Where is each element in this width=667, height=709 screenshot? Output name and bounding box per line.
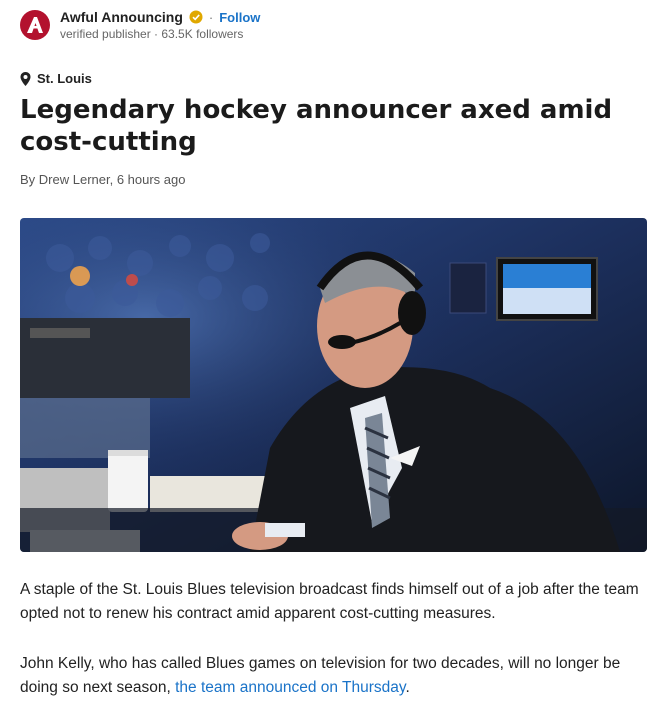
location-label: St. Louis [37,71,92,86]
location-pin-icon [20,71,31,86]
verified-badge-icon [189,10,203,24]
publisher-meta: verified publisher · 63.5K followers [60,27,244,41]
article-paragraph-1: A staple of the St. Louis Blues televisi… [20,581,639,622]
publisher-name[interactable]: Awful Announcing [60,9,183,25]
article-title: Legendary hockey announcer axed amid cos… [20,95,613,157]
separator-dot: · [208,9,214,25]
article-page: Awful Announcing · Follow verified publi… [0,0,667,709]
team-announcement-link[interactable]: the team announced on Thursday [175,679,405,696]
paragraph-2-end: . [405,679,410,696]
article-hero-image [20,218,647,552]
follow-button[interactable]: Follow [219,10,260,25]
location-tag: St. Louis [20,71,92,86]
article-paragraph-2: John Kelly, who has called Blues games o… [20,652,650,700]
publisher-header: Awful Announcing · Follow verified publi… [20,8,260,41]
byline: By Drew Lerner, 6 hours ago [20,172,186,187]
aa-logo-icon[interactable] [20,10,50,40]
announcer-photo [20,218,647,552]
